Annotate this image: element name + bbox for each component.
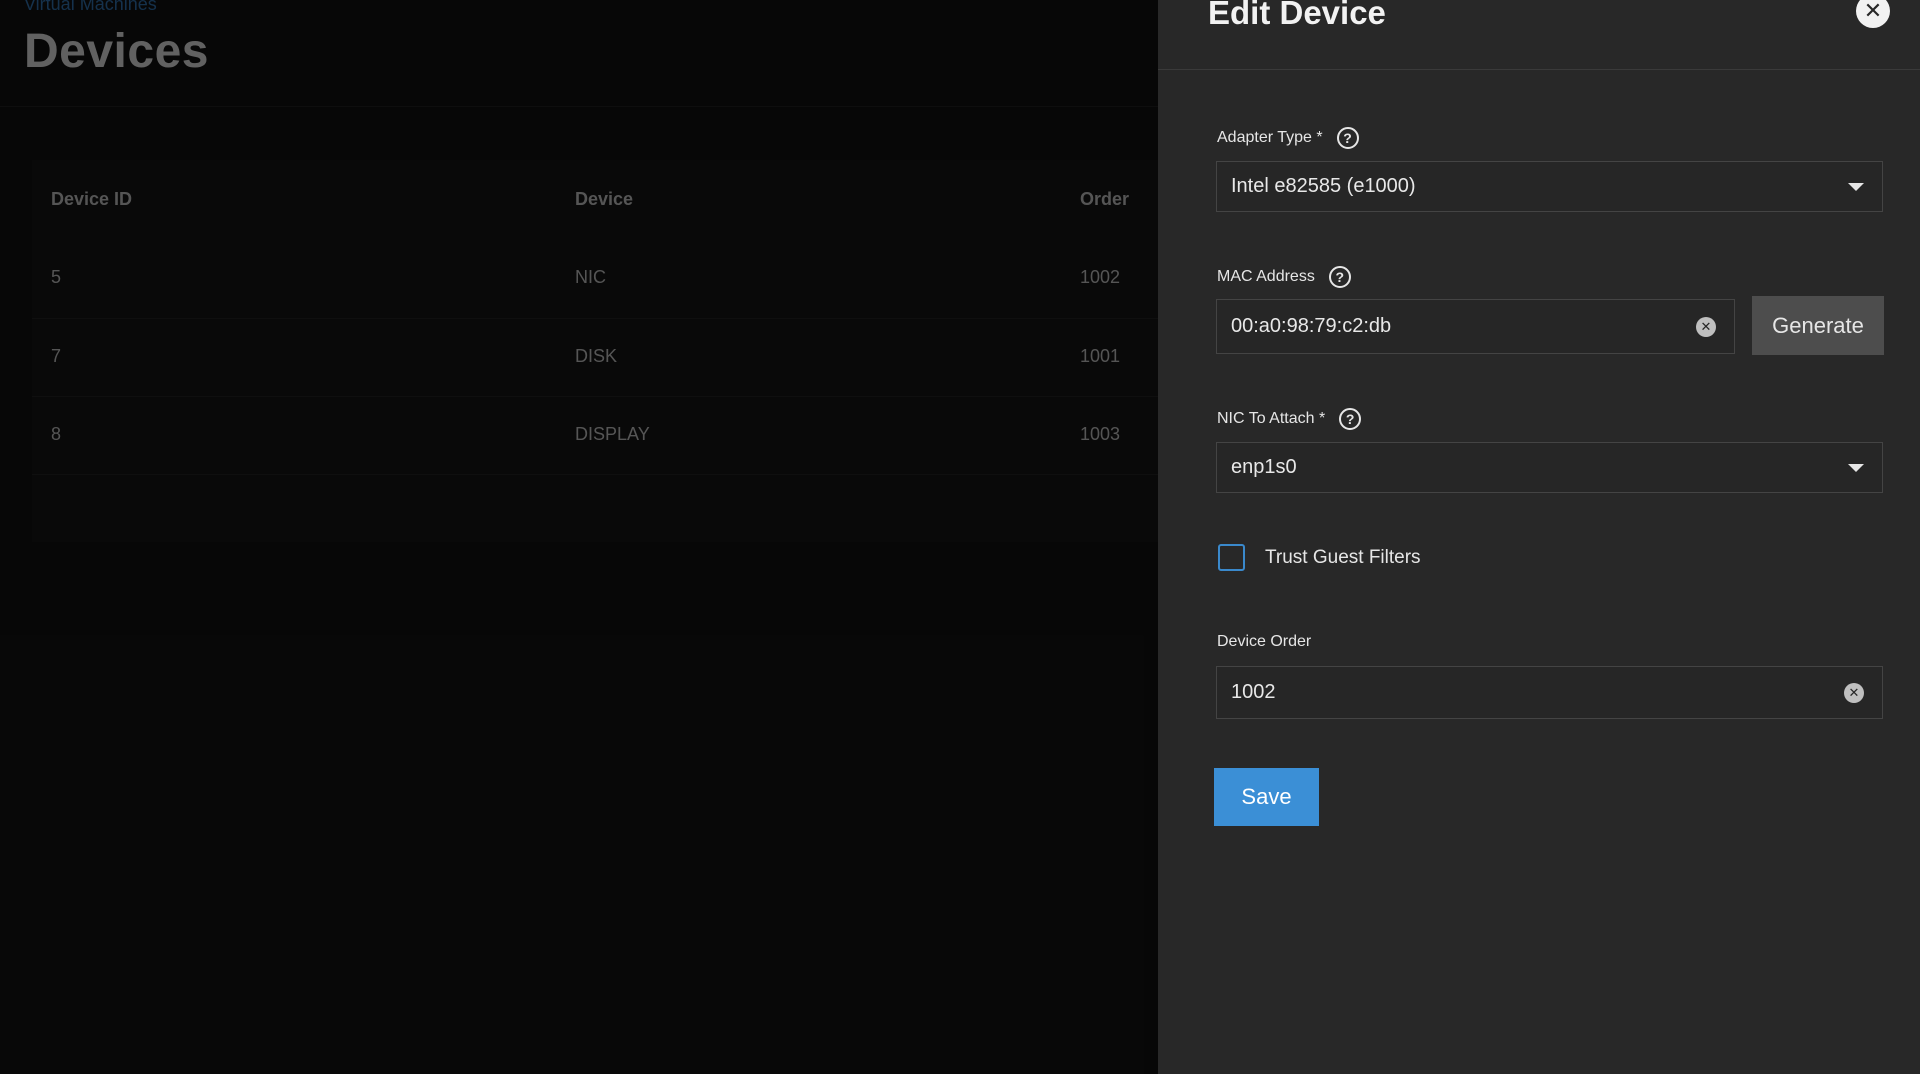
title-divider <box>0 106 1158 107</box>
trust-guest-filters-checkbox[interactable] <box>1218 544 1245 571</box>
help-icon[interactable]: ? <box>1336 127 1359 149</box>
clear-icon[interactable]: ✕ <box>1844 682 1864 703</box>
nic-to-attach-label-row: NIC To Attach * ? <box>1217 408 1362 430</box>
mac-address-label: MAC Address <box>1217 268 1315 285</box>
nic-to-attach-select[interactable]: enp1s0 <box>1216 442 1883 493</box>
generate-button[interactable]: Generate <box>1752 296 1884 355</box>
cell-device-id: 8 <box>51 424 62 444</box>
edit-device-panel: Edit Device ✕ Adapter Type * ? Intel e82… <box>1158 0 1920 1074</box>
help-icon[interactable]: ? <box>1339 408 1362 430</box>
device-order-label: Device Order <box>1217 633 1312 650</box>
row-divider <box>32 474 1158 475</box>
column-header-device-id[interactable]: Device ID <box>51 189 132 210</box>
adapter-type-label-row: Adapter Type * ? <box>1217 127 1359 149</box>
nic-to-attach-value: enp1s0 <box>1231 456 1297 478</box>
mac-address-value: 00:a0:98:79:c2:db <box>1231 315 1392 337</box>
adapter-type-select[interactable]: Intel e82585 (e1000) <box>1216 161 1883 212</box>
trust-guest-filters-label[interactable]: Trust Guest Filters <box>1265 547 1421 569</box>
device-order-input[interactable]: 1002 ✕ <box>1216 666 1883 719</box>
panel-divider <box>1158 69 1920 70</box>
cell-device-id: 5 <box>51 267 62 287</box>
adapter-type-label: Adapter Type * <box>1217 129 1323 146</box>
device-order-label-row: Device Order <box>1217 633 1311 651</box>
adapter-type-value: Intel e82585 (e1000) <box>1231 175 1416 197</box>
page-title: Devices <box>24 25 209 78</box>
table-header: Device ID Device Order <box>32 160 1158 238</box>
cell-order: 1002 <box>1080 267 1121 287</box>
panel-title: Edit Device <box>1208 0 1386 31</box>
save-button[interactable]: Save <box>1214 768 1319 826</box>
cell-order: 1001 <box>1080 346 1121 366</box>
row-divider <box>32 396 1158 397</box>
mac-address-input[interactable]: 00:a0:98:79:c2:db ✕ <box>1216 299 1735 354</box>
background-page: Virtual Machines Devices Device ID Devic… <box>0 0 1158 1074</box>
cell-device-id: 7 <box>51 346 62 366</box>
trust-guest-filters-row: Trust Guest Filters <box>1218 544 1421 571</box>
device-order-value: 1002 <box>1231 681 1276 703</box>
caret-down-icon <box>1848 182 1864 191</box>
mac-address-label-row: MAC Address ? <box>1217 266 1351 288</box>
clear-icon[interactable]: ✕ <box>1696 316 1716 337</box>
cell-device: DISPLAY <box>575 424 650 444</box>
nic-to-attach-label: NIC To Attach * <box>1217 410 1326 427</box>
close-icon[interactable]: ✕ <box>1856 0 1890 28</box>
row-divider <box>32 318 1158 319</box>
help-icon[interactable]: ? <box>1328 266 1351 288</box>
caret-down-icon <box>1848 463 1864 472</box>
cell-order: 1003 <box>1080 424 1121 444</box>
cell-device: NIC <box>575 267 606 287</box>
devices-table: Device ID Device Order 5 NIC 1002 7 DISK… <box>32 160 1158 542</box>
cell-device: DISK <box>575 346 618 366</box>
column-header-order[interactable]: Order <box>1080 189 1129 210</box>
column-header-device[interactable]: Device <box>575 189 633 210</box>
breadcrumb[interactable]: Virtual Machines <box>24 0 157 15</box>
